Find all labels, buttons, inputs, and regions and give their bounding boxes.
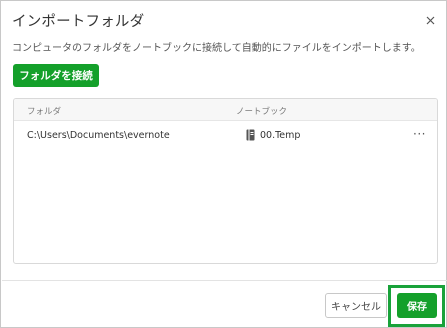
save-button[interactable]: 保存 [397, 293, 437, 318]
more-options-button[interactable]: ··· [413, 127, 426, 141]
dialog-title: インポートフォルダ [12, 14, 145, 30]
folder-table: フォルダ ノートブック C:\Users\Documents\evernote … [13, 98, 438, 264]
notebook-icon [246, 129, 255, 141]
folder-path: C:\Users\Documents\evernote [27, 130, 170, 141]
notebook-name: 00.Temp [260, 130, 301, 141]
table-row[interactable]: C:\Users\Documents\evernote 00.Temp ··· [14, 121, 437, 148]
table-header: フォルダ ノートブック [14, 99, 437, 121]
import-folder-dialog: インポートフォルダ コンピュータのフォルダをノートブックに接続して自動的にファイ… [0, 0, 447, 328]
close-button[interactable] [423, 13, 437, 27]
dialog-description: コンピュータのフォルダをノートブックに接続して自動的にファイルをインポートします… [12, 43, 421, 54]
column-header-folder: フォルダ [27, 107, 62, 117]
column-header-notebook: ノートブック [236, 107, 288, 117]
cancel-button[interactable]: キャンセル [325, 293, 387, 318]
footer-divider [2, 280, 447, 281]
close-icon [426, 16, 434, 24]
connect-folder-button[interactable]: フォルダを接続 [13, 64, 99, 87]
